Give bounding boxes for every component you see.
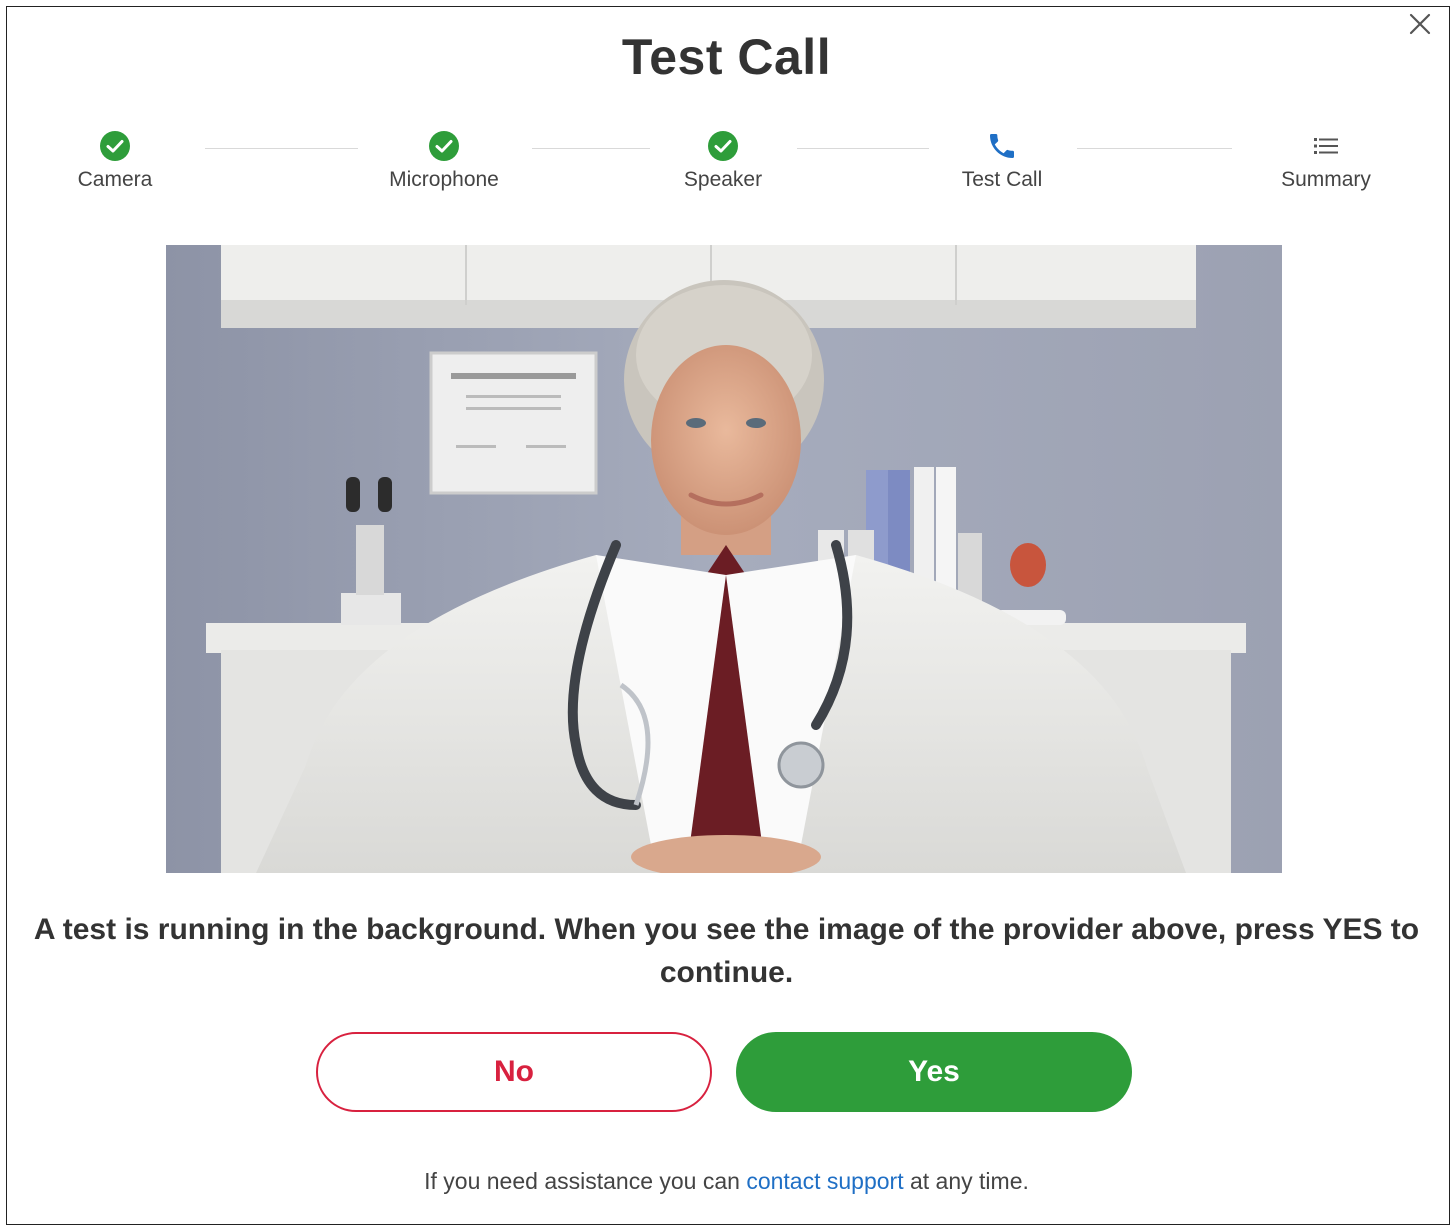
check-circle-icon — [708, 131, 738, 161]
check-circle-icon — [429, 131, 459, 161]
list-icon — [1314, 138, 1338, 154]
step-connector — [205, 148, 358, 149]
step-label: Summary — [1281, 168, 1371, 191]
phone-icon — [990, 134, 1014, 158]
step-microphone: Microphone — [344, 128, 544, 192]
step-label: Test Call — [961, 168, 1043, 191]
page-title: Test Call — [621, 29, 832, 85]
step-summary: Summary — [1226, 128, 1426, 192]
no-button[interactable]: No — [316, 1032, 712, 1112]
provider-video — [166, 245, 1282, 873]
provider-image — [166, 245, 1282, 873]
step-test-call: Test Call — [902, 128, 1102, 192]
step-label: Camera — [77, 168, 153, 191]
check-circle-icon — [100, 131, 130, 161]
contact-support-link[interactable]: contact support — [746, 1168, 903, 1194]
help-text: If you need assistance you can contact s… — [0, 1168, 1453, 1195]
yes-button[interactable]: Yes — [736, 1032, 1132, 1112]
instruction-text: A test is running in the background. Whe… — [33, 913, 1420, 989]
step-label: Microphone — [389, 168, 499, 191]
help-suffix: at any time. — [909, 1168, 1029, 1194]
step-camera: Camera — [15, 128, 215, 192]
step-label: Speaker — [683, 168, 763, 191]
step-speaker: Speaker — [623, 128, 823, 192]
help-prefix: If you need assistance you can — [424, 1168, 740, 1194]
